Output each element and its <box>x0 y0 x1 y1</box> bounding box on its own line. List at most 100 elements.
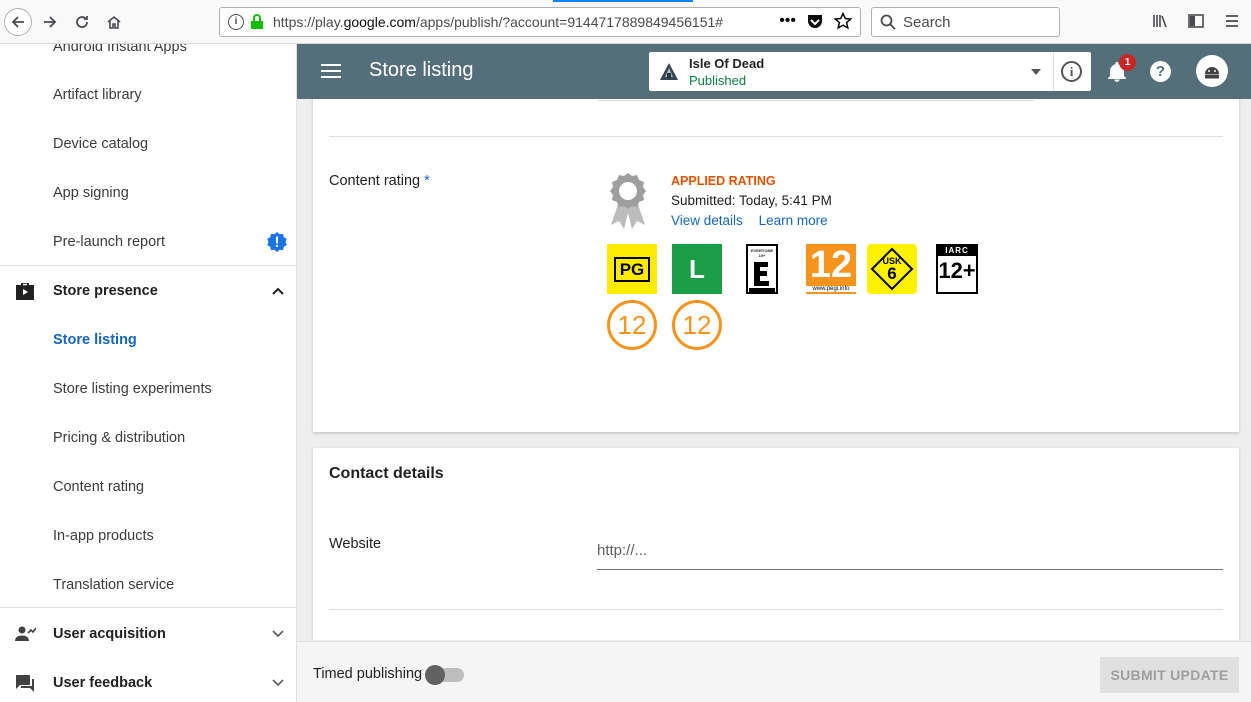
menu-icon[interactable] <box>1223 12 1241 30</box>
submitted-timestamp: Submitted: Today, 5:41 PM <box>671 193 832 208</box>
sidebar-item-store-listing[interactable]: Store listing <box>0 315 296 364</box>
app-selector[interactable]: Isle Of Dead Published i <box>649 52 1091 91</box>
sidebar-item-in-app-products[interactable]: In-app products <box>0 511 296 560</box>
main-content: Content rating * APPLIED RATING Submitted… <box>297 99 1251 640</box>
contact-details-card: Contact details Website <box>313 448 1239 640</box>
url-path: /apps/publish/?account=91447178898494561… <box>415 14 724 30</box>
content-rating-label: Content rating * <box>329 173 430 189</box>
avatar[interactable] <box>1196 55 1228 87</box>
sidebar-section-user-acquisition[interactable]: User acquisition <box>0 609 296 658</box>
browser-right-tools <box>1151 12 1241 30</box>
pegi-site-text: www.pegi.info <box>806 286 856 292</box>
browser-search-box[interactable]: Search <box>871 7 1060 37</box>
feedback-icon <box>16 674 34 692</box>
view-details-link[interactable]: View details <box>671 213 743 228</box>
sidebar-item-translation-service[interactable]: Translation service <box>0 560 296 609</box>
sidebar-item-label: Artifact library <box>53 86 142 103</box>
url-actions: ••• <box>779 12 852 30</box>
forward-arrow-icon <box>44 16 57 28</box>
required-marker: * <box>424 173 430 189</box>
reload-icon <box>76 16 88 28</box>
bookmark-star-icon[interactable] <box>834 12 852 30</box>
sidebar-item-label: Translation service <box>53 576 175 593</box>
iarc-rating-badge: IARC 12+ <box>936 244 978 294</box>
website-input[interactable] <box>597 532 1223 570</box>
reload-button[interactable] <box>68 8 96 36</box>
sidebar-item-label: Content rating <box>53 478 145 495</box>
sidebar-item-pricing-distribution[interactable]: Pricing & distribution <box>0 413 296 462</box>
search-placeholder: Search <box>903 14 951 31</box>
contact-details-title: Contact details <box>329 465 444 482</box>
forward-button[interactable] <box>36 8 64 36</box>
url-domain: google.com <box>343 14 416 30</box>
pg-rating-text: PG <box>614 257 650 282</box>
sidebar-item-content-rating[interactable]: Content rating <box>0 462 296 511</box>
sidebar-item-label: Android Instant Apps <box>53 44 187 55</box>
sidebar-item-app-signing[interactable]: App signing <box>0 168 296 217</box>
sidebar-item-store-listing-experiments[interactable]: Store listing experiments <box>0 364 296 413</box>
age-circle-rating-badge: 12 <box>672 300 722 350</box>
sidebar-item-android-instant-apps[interactable]: Android Instant Apps <box>0 44 296 71</box>
alert-badge-icon <box>267 231 287 252</box>
chevron-up-icon <box>272 287 284 295</box>
active-tab-indicator <box>553 0 693 2</box>
page-title: Store listing <box>369 59 474 81</box>
sidebar-item-label: User feedback <box>53 674 153 691</box>
top-app-bar: Store listing Isle Of Dead Published i 1… <box>297 44 1251 99</box>
publish-bottom-bar: Timed publishing SUBMIT UPDATE <box>297 641 1251 702</box>
usk-rating-badge: USK 6 <box>867 244 917 294</box>
dropdown-arrow-icon[interactable] <box>1031 69 1041 75</box>
age-circle-rating-badge: 12 <box>607 300 657 350</box>
app-status: Published <box>689 73 747 88</box>
user-acquisition-icon <box>15 626 36 641</box>
toggle-knob <box>425 665 445 685</box>
esrb-rating-text: EVERYONE 10+ <box>750 248 774 258</box>
esrb-rating-badge: EVERYONE 10+ <box>746 244 778 294</box>
search-icon <box>880 14 896 30</box>
sidebar-section-store-presence[interactable]: Store presence <box>0 266 296 315</box>
esrb-e-logo-icon <box>749 262 775 293</box>
award-ribbon-icon <box>610 173 646 229</box>
sidebar-item-artifact-library[interactable]: Artifact library <box>0 70 296 119</box>
chevron-down-icon <box>272 629 284 637</box>
iarc-rating-number: 12+ <box>938 258 976 283</box>
submit-update-button[interactable]: SUBMIT UPDATE <box>1100 657 1239 693</box>
app-selector-separator <box>1053 52 1054 91</box>
pegi-rating-number: 12 <box>809 244 853 286</box>
sidebar-item-label: Store listing experiments <box>53 380 212 397</box>
classind-pg-rating-badge: PG <box>607 244 657 294</box>
timed-publishing-toggle[interactable] <box>425 665 464 685</box>
pegi-rating-badge: 12 www.pegi.info <box>806 244 856 294</box>
browser-toolbar: i https://play.google.com/apps/publish/?… <box>0 0 1251 44</box>
back-button[interactable] <box>4 8 32 36</box>
sidebar-item-label: Store listing <box>53 331 137 348</box>
content-rating-label-text: Content rating <box>329 173 421 189</box>
info-icon[interactable]: i <box>1061 61 1082 82</box>
site-info-icon[interactable]: i <box>228 14 244 30</box>
url-bar[interactable]: i https://play.google.com/apps/publish/?… <box>219 7 861 37</box>
help-icon[interactable]: ? <box>1150 61 1171 82</box>
sidebar-nav: Android Instant Apps Artifact library De… <box>0 44 297 702</box>
pocket-icon[interactable] <box>806 12 824 30</box>
sidebar-item-device-catalog[interactable]: Device catalog <box>0 119 296 168</box>
more-actions-icon[interactable]: ••• <box>779 12 796 30</box>
sidebar-item-pre-launch-report[interactable]: Pre-launch report <box>0 217 296 266</box>
store-listing-card: Content rating * APPLIED RATING Submitted… <box>313 99 1239 432</box>
url-prefix: https://play. <box>273 14 344 30</box>
brazil-l-rating-badge: L <box>672 244 722 294</box>
iarc-label-text: IARC <box>938 246 976 256</box>
lock-icon <box>251 14 263 29</box>
website-label: Website <box>329 536 382 552</box>
field-underline <box>597 100 1035 101</box>
sidebar-section-user-feedback[interactable]: User feedback <box>0 658 296 702</box>
home-button[interactable] <box>100 8 128 36</box>
app-name: Isle Of Dead <box>689 56 765 71</box>
learn-more-link[interactable]: Learn more <box>759 213 828 228</box>
sidebar-item-label: Pricing & distribution <box>53 429 186 446</box>
section-divider <box>329 609 1223 610</box>
sidebar-item-label: User acquisition <box>53 625 166 642</box>
sidebar-item-label: Pre-launch report <box>53 233 166 250</box>
library-icon[interactable] <box>1151 12 1169 30</box>
sidebar-toggle-icon[interactable] <box>1187 12 1205 30</box>
hamburger-menu-icon[interactable] <box>321 64 341 78</box>
